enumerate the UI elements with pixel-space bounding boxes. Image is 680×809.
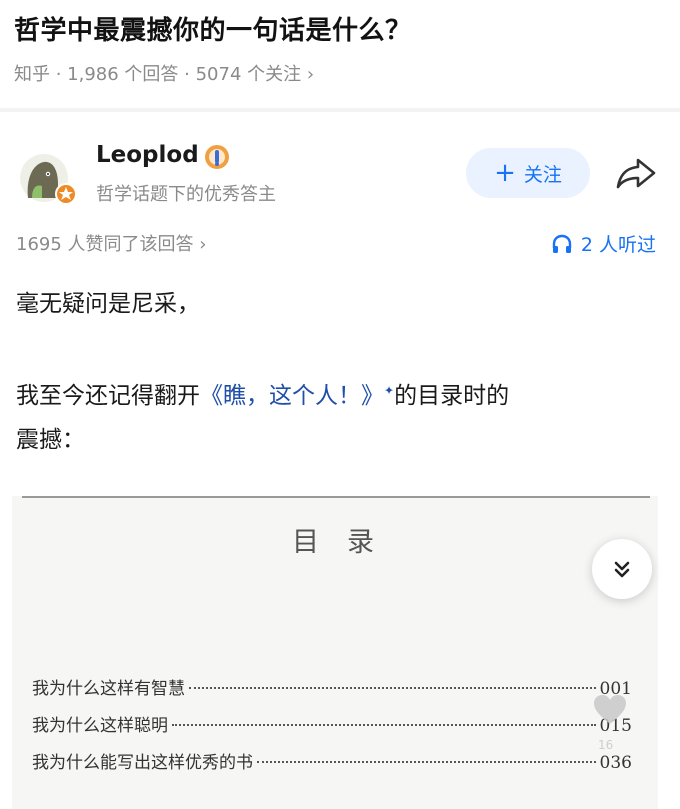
answer-text: 的目录时的	[394, 383, 510, 409]
toc-entry-text: 我为什么这样有智慧	[32, 679, 185, 699]
book-link[interactable]: 《瞧，这个人！》	[200, 383, 384, 409]
question-meta[interactable]: 知乎 · 1,986 个回答 · 5074 个关注 ›	[14, 60, 314, 86]
follow-label: 关注	[523, 163, 562, 186]
answer-text: 我至今还记得翻开	[16, 383, 200, 409]
headphone-icon	[552, 234, 572, 253]
share-icon[interactable]	[614, 156, 658, 190]
upvote-count[interactable]: 1695 人赞同了该回答 ›	[16, 230, 206, 256]
listen-label: 2 人听过	[580, 234, 656, 256]
question-title[interactable]: 哲学中最震撼你的一句话是什么？	[14, 10, 412, 47]
avatar[interactable]	[18, 150, 77, 206]
collapse-button[interactable]	[592, 539, 652, 599]
toc-entry: 我为什么这样有智慧 001	[32, 674, 632, 699]
answer-paragraph-3: 震撼：	[16, 427, 85, 453]
answer-paragraph-2: 我至今还记得翻开《瞧，这个人！》✦的目录时的	[16, 376, 509, 410]
heart-count: 16	[598, 738, 614, 752]
answer-paragraph-1: 毫无疑问是尼采，	[16, 291, 200, 317]
chevron-double-down-icon	[614, 561, 630, 578]
section-divider	[0, 108, 680, 112]
toc-entry-text: 我为什么这样聪明	[32, 716, 168, 736]
toc-leader	[257, 761, 596, 763]
toc-entry-text: 我为什么能写出这样优秀的书	[32, 753, 253, 773]
listen-count[interactable]: 2 人听过	[551, 230, 656, 257]
image-rule	[22, 496, 650, 498]
heart-icon[interactable]	[592, 694, 628, 726]
plus-icon: +	[494, 158, 516, 188]
toc-leader	[172, 724, 596, 726]
toc-entry: 我为什么这样聪明 015	[32, 711, 632, 736]
toc-page-number: 036	[599, 753, 632, 773]
follow-button[interactable]: + 关注	[466, 148, 590, 198]
toc-title: 目录	[292, 527, 402, 558]
badge-icon	[204, 144, 230, 170]
spark-icon: ✦	[384, 383, 395, 398]
toc-entry: 我为什么能写出这样优秀的书 036	[32, 748, 632, 773]
author-name[interactable]: Leoplod	[96, 142, 199, 168]
toc-leader	[189, 687, 596, 689]
author-description: 哲学话题下的优秀答主	[96, 184, 276, 205]
